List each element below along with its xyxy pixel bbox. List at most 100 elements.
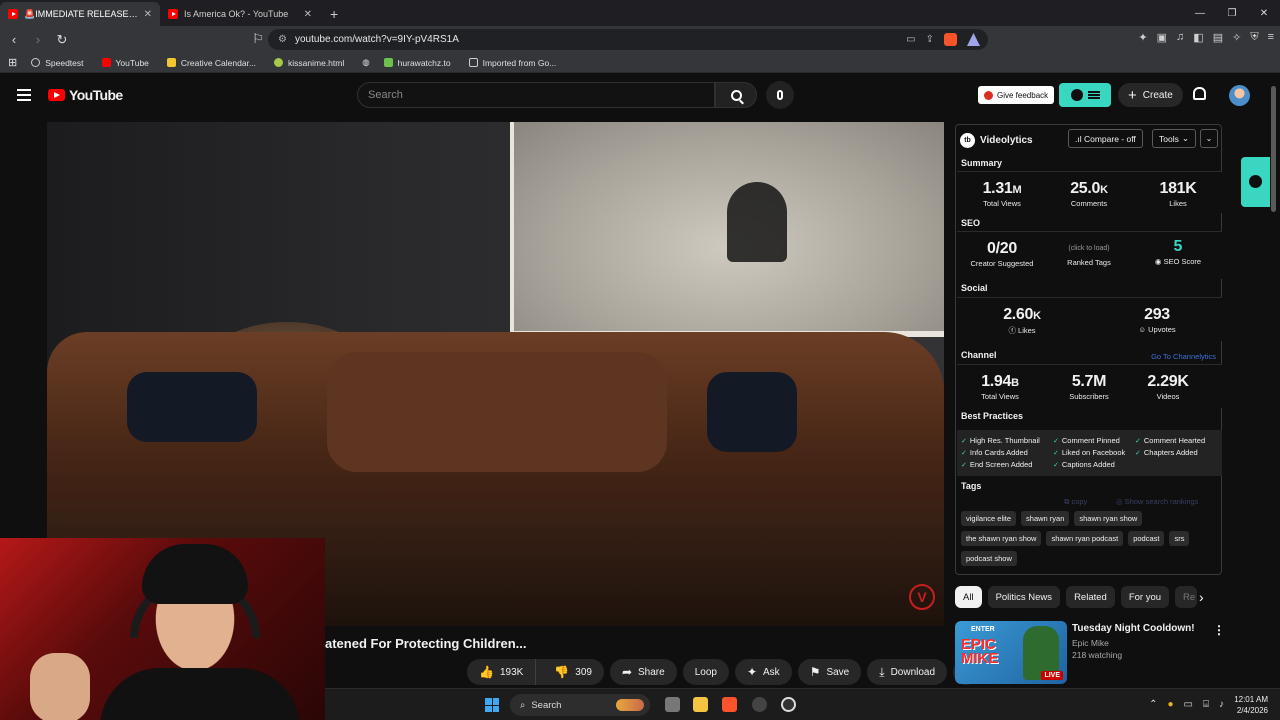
bookmark-speedtest[interactable]: Speedtest xyxy=(31,58,84,68)
microphone-tray-icon[interactable]: ● xyxy=(1168,699,1174,710)
chip-related[interactable]: Related xyxy=(1066,586,1115,608)
channel-box: 1.94B Total Views 5.7M Subscribers 2.29K… xyxy=(957,364,1222,408)
music-icon[interactable]: ♫ xyxy=(1176,31,1184,44)
brave-shields-icon[interactable] xyxy=(944,33,957,46)
file-explorer-icon[interactable] xyxy=(693,697,708,712)
compare-toggle-button[interactable]: .ıl Compare - off xyxy=(1068,129,1143,148)
taskbar-clock[interactable]: 12:01 AM 2/4/2026 xyxy=(1234,694,1268,716)
recommended-channel[interactable]: Epic Mike xyxy=(1072,638,1109,648)
chevron-right-icon[interactable]: › xyxy=(1199,589,1204,605)
taskbar-search[interactable]: ⌕ Search xyxy=(510,694,650,716)
volume-icon[interactable]: ♪ xyxy=(1219,699,1224,710)
give-feedback-button[interactable]: Give feedback xyxy=(978,86,1055,104)
globe-icon[interactable]: ◍ xyxy=(362,57,369,68)
windows-start-icon[interactable] xyxy=(485,698,499,712)
tag-chip[interactable]: srs xyxy=(1169,531,1190,546)
chip-all[interactable]: All xyxy=(955,586,982,608)
recommended-video[interactable]: ENTER EPIC MIKE LIVE Tuesday Night Cooldo… xyxy=(955,621,1225,685)
close-tab-icon[interactable]: ✕ xyxy=(304,9,312,20)
wallet-icon[interactable]: ▤ xyxy=(1213,31,1223,44)
save-button[interactable]: ⚑ Save xyxy=(797,659,862,685)
guide-menu-icon[interactable] xyxy=(17,89,31,101)
display-icon[interactable]: ▭ xyxy=(1184,699,1193,710)
share-page-icon[interactable]: ⇪ xyxy=(926,34,934,45)
tag-chip[interactable]: podcast xyxy=(1128,531,1165,546)
voice-search-button[interactable] xyxy=(766,81,794,109)
video-thumbnail[interactable]: ENTER EPIC MIKE LIVE xyxy=(955,621,1067,684)
best-practice-item: End Screen Added xyxy=(961,460,1033,469)
ranked-tags-stat[interactable]: (click to load) Ranked Tags xyxy=(1049,244,1129,267)
network-icon[interactable]: ⌸ xyxy=(1203,699,1209,710)
tag-chip[interactable]: the shawn ryan show xyxy=(961,531,1042,546)
restore-icon[interactable]: ❐ xyxy=(1216,8,1248,19)
share-button[interactable]: ➦ Share xyxy=(609,659,677,685)
minimize-icon[interactable]: — xyxy=(1184,8,1216,19)
obs-icon[interactable] xyxy=(752,697,767,712)
bookmark-creative-calendar[interactable]: Creative Calendar... xyxy=(166,58,256,68)
tab-is-america-ok[interactable]: Is America Ok? - YouTube ✕ xyxy=(160,2,320,26)
loop-button[interactable]: Loop xyxy=(682,659,729,685)
chip-recently-uploaded[interactable]: Re xyxy=(1175,586,1198,608)
bookmark-hurawatch[interactable]: hurawatchz.to xyxy=(383,58,451,68)
close-window-icon[interactable]: ✕ xyxy=(1248,8,1280,19)
calendar-icon xyxy=(166,58,176,67)
download-button[interactable]: ⤓ Download xyxy=(867,659,948,685)
bookmark-icon[interactable]: ⚐ xyxy=(248,31,268,47)
collapse-panel-button[interactable]: ⌄ xyxy=(1200,129,1218,148)
youtube-play-icon xyxy=(48,89,65,101)
page-scrollbar[interactable] xyxy=(1271,86,1276,212)
tab-immediate-release[interactable]: 🚨IMMEDIATE RELEASE🚨 - I A ✕ xyxy=(0,2,160,26)
dislike-button[interactable]: 👎 309 xyxy=(542,659,604,685)
bookmark-folder-imported[interactable]: Imported from Go... xyxy=(468,58,556,68)
apps-grid-icon[interactable]: ⊞ xyxy=(8,56,17,69)
bookmark-kissanime[interactable]: kissanime.html xyxy=(274,58,344,68)
videolytics-side-tab[interactable] xyxy=(1241,157,1270,207)
videolytics-toggle-button[interactable] xyxy=(1059,83,1111,107)
tag-chip[interactable]: shawn ryan podcast xyxy=(1046,531,1124,546)
chip-for-you[interactable]: For you xyxy=(1120,586,1170,608)
show-search-rankings-button[interactable]: ◎ Show search rankings xyxy=(1116,497,1198,506)
summary-box: 1.31M Total Views 25.0K Comments 181K Li… xyxy=(957,171,1222,213)
media-player-icon[interactable] xyxy=(781,697,796,712)
new-tab-button[interactable]: + xyxy=(320,6,348,26)
back-icon[interactable]: ‹ xyxy=(4,32,24,47)
more-vert-icon[interactable]: ⋮ xyxy=(1213,623,1225,637)
tag-chip[interactable]: shawn ryan show xyxy=(1074,511,1143,526)
brave-browser-icon[interactable] xyxy=(722,697,737,712)
tag-chip[interactable]: podcast show xyxy=(961,551,1017,566)
tag-chip[interactable]: shawn ryan xyxy=(1021,511,1070,526)
tag-chip[interactable]: vigilance elite xyxy=(961,511,1017,526)
task-view-icon[interactable] xyxy=(665,697,680,712)
account-avatar[interactable] xyxy=(1229,85,1250,106)
chip-politics-news[interactable]: Politics News xyxy=(987,586,1061,608)
cast-icon[interactable]: ▭ xyxy=(906,34,915,45)
chevron-down-icon: ⌄ xyxy=(1205,134,1213,143)
reload-icon[interactable]: ↻ xyxy=(52,32,72,48)
site-settings-icon[interactable]: ⚙ xyxy=(278,34,287,45)
extensions-icon[interactable]: ✦ xyxy=(1138,31,1147,44)
search-input[interactable]: Search xyxy=(357,82,715,108)
ai-icon[interactable]: ✧ xyxy=(1232,31,1241,44)
notifications-bell-icon[interactable] xyxy=(1193,87,1206,100)
close-tab-icon[interactable]: ✕ xyxy=(144,9,152,20)
youtube-logo[interactable]: YouTube xyxy=(48,87,123,103)
screenshot-icon[interactable]: ▣ xyxy=(1157,31,1167,44)
vpn-icon[interactable]: ⛨ xyxy=(1250,31,1258,44)
tools-dropdown[interactable]: Tools ⌄ xyxy=(1152,129,1196,148)
chevron-up-icon[interactable]: ⌃ xyxy=(1149,699,1157,710)
ask-button[interactable]: ✦ Ask xyxy=(734,659,792,685)
menu-icon[interactable]: ≡ xyxy=(1268,31,1274,44)
go-to-channelytics-link[interactable]: Go To Channelytics xyxy=(1151,352,1216,361)
create-button[interactable]: + Create xyxy=(1118,83,1183,107)
like-button[interactable]: 👍 193K xyxy=(467,659,537,685)
tab-title: Is America Ok? - YouTube xyxy=(184,9,289,19)
address-bar[interactable]: ⚙ youtube.com/watch?v=9IY-pV4RS1A ▭ ⇪ xyxy=(268,29,988,50)
bookmark-youtube[interactable]: YouTube xyxy=(101,58,149,68)
brave-rewards-icon[interactable] xyxy=(967,33,980,46)
search-button[interactable] xyxy=(715,82,757,108)
forward-icon[interactable]: › xyxy=(28,32,48,47)
channel-watermark-icon[interactable]: V xyxy=(909,584,935,610)
sidebar-icon[interactable]: ◧ xyxy=(1193,31,1203,44)
recommended-title[interactable]: Tuesday Night Cooldown! xyxy=(1072,623,1195,634)
copy-tags-button[interactable]: ⧉ copy xyxy=(1064,497,1087,507)
